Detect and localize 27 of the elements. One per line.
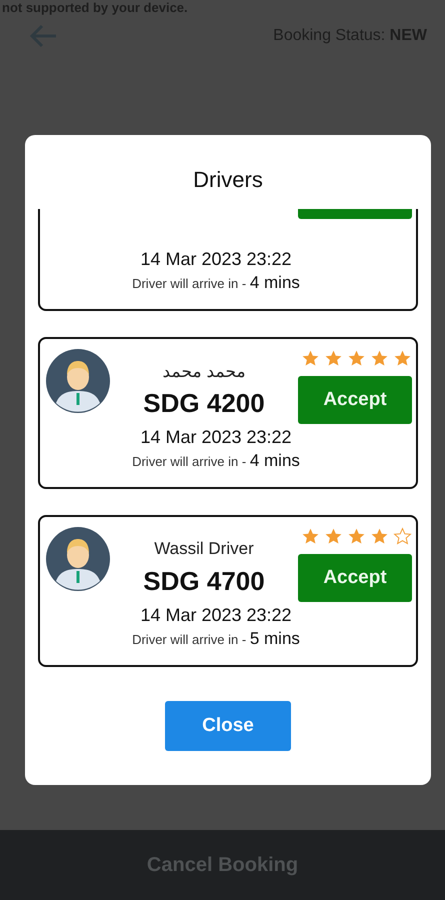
avatar-icon	[46, 349, 110, 413]
star-icon	[393, 349, 412, 368]
star-icon	[370, 527, 389, 546]
booking-date: 14 Mar 2023 23:22	[140, 248, 292, 271]
close-button[interactable]: Close	[165, 701, 291, 751]
dialog-title: Drivers	[193, 167, 263, 194]
star-icon	[393, 527, 412, 546]
arrival-text: Driver will arrive in - 5 mins	[132, 629, 300, 649]
back-arrow-icon[interactable]	[28, 23, 58, 49]
avatar-icon	[46, 527, 110, 591]
accept-button[interactable]: Accept	[298, 376, 412, 424]
booking-date: 14 Mar 2023 23:22	[140, 604, 292, 627]
star-icon	[301, 527, 320, 546]
arrival-text: Driver will arrive in - 4 mins	[132, 451, 300, 471]
booking-date: 14 Mar 2023 23:22	[140, 426, 292, 449]
arrival-text: Driver will arrive in - 4 mins	[132, 273, 300, 293]
star-icon	[301, 349, 320, 368]
star-icon	[370, 349, 389, 368]
star-icon	[324, 527, 343, 546]
fare-amount: SDG 4700	[143, 565, 265, 598]
driver-name: محمد محمد	[162, 361, 246, 383]
star-icon	[347, 527, 366, 546]
star-icon	[324, 349, 343, 368]
driver-name: Wassil Driver	[154, 539, 254, 560]
accept-button[interactable]: Accept	[298, 554, 412, 602]
fare-amount: SDG 4200	[143, 387, 265, 420]
star-icon	[347, 349, 366, 368]
